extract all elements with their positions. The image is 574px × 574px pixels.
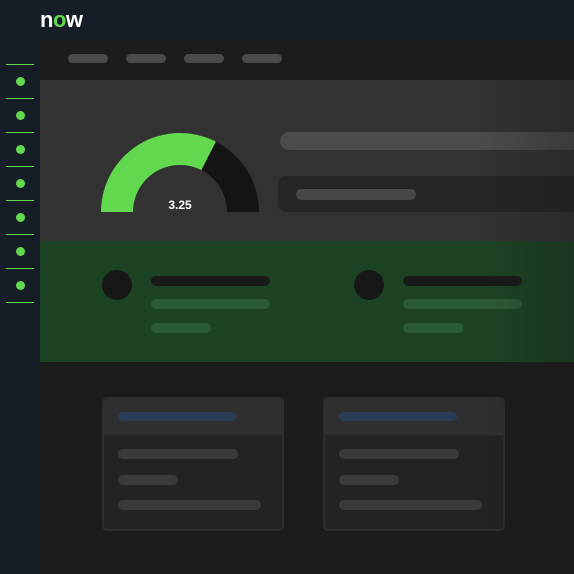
person-detail-bar [403, 323, 463, 333]
edge-fade [480, 80, 574, 574]
logo-letter-w: w [65, 7, 83, 32]
content-card[interactable] [323, 397, 505, 531]
sidebar-divider [6, 132, 34, 133]
sidebar-divider [6, 234, 34, 235]
nav-tab-2[interactable] [126, 54, 166, 63]
nav-tab-4[interactable] [242, 54, 282, 63]
avatar[interactable] [102, 270, 132, 300]
card-header [104, 399, 282, 435]
top-bar: now [0, 0, 574, 40]
sidebar-item-2[interactable] [6, 98, 34, 132]
sidebar-item-3[interactable] [6, 132, 34, 166]
sidebar-divider [6, 268, 34, 269]
sidebar-divider [6, 64, 34, 65]
sidebar-dot-icon [16, 111, 25, 120]
search-placeholder-bar [296, 189, 416, 200]
card-text-bar [339, 475, 399, 485]
sidebar-divider [6, 302, 34, 303]
sidebar-item-4[interactable] [6, 166, 34, 200]
sidebar-item-1[interactable] [6, 64, 34, 98]
sidebar-dot-icon [16, 281, 25, 290]
logo-letter-o: o [52, 7, 66, 32]
card-text-bar [339, 500, 482, 510]
sidebar-divider [6, 98, 34, 99]
sidebar-item-5[interactable] [6, 200, 34, 234]
now-logo[interactable]: now [40, 7, 83, 33]
person-name-bar [151, 276, 270, 286]
nav-tab-1[interactable] [68, 54, 108, 63]
card-text-bar [118, 475, 178, 485]
content-card[interactable] [102, 397, 284, 531]
sidebar [0, 40, 40, 574]
card-text-bar [339, 449, 459, 459]
sidebar-dot-icon [16, 247, 25, 256]
avatar[interactable] [354, 270, 384, 300]
sidebar-divider [6, 166, 34, 167]
card-title-bar [339, 412, 457, 421]
sidebar-dot-icon [16, 145, 25, 154]
sidebar-dot-icon [16, 179, 25, 188]
sidebar-dot-icon [16, 77, 25, 86]
person-detail-bar [151, 299, 270, 309]
card-text-bar [118, 449, 238, 459]
gauge-value-label: 3.25 [168, 198, 192, 212]
sidebar-item-6[interactable] [6, 234, 34, 268]
sidebar-dot-icon [16, 213, 25, 222]
nav-tab-3[interactable] [184, 54, 224, 63]
sidebar-divider [6, 200, 34, 201]
person-detail-bar [151, 323, 211, 333]
card-header [325, 399, 503, 435]
card-text-bar [118, 500, 261, 510]
card-title-bar [118, 412, 236, 421]
logo-letter-n: n [40, 7, 53, 32]
sidebar-item-7[interactable] [6, 268, 34, 302]
